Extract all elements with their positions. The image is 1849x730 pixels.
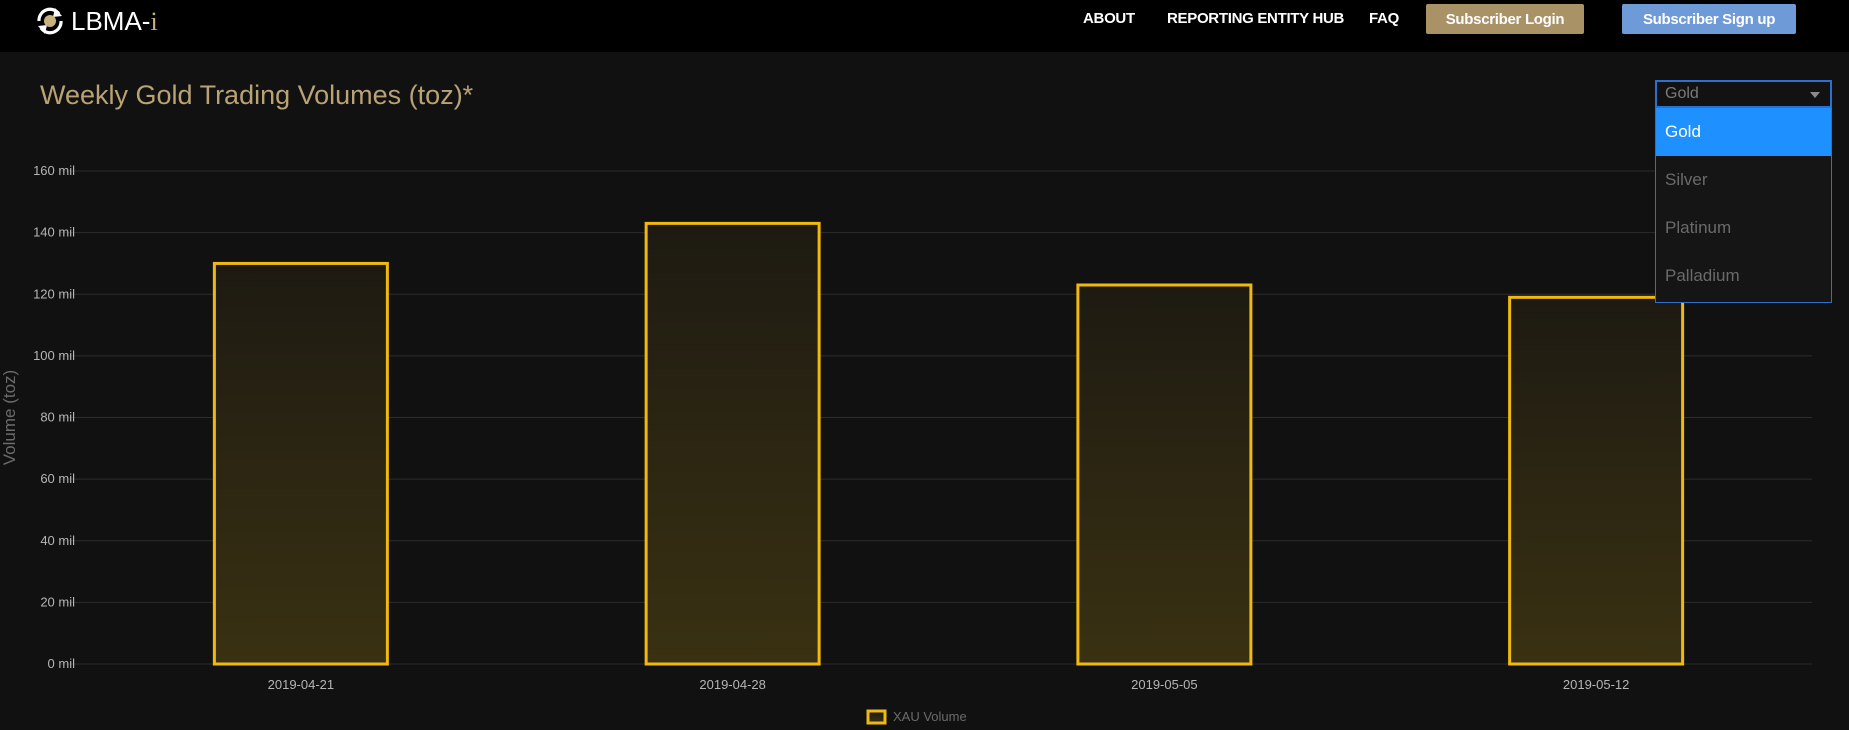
y-tick-label: 80 mil [40, 410, 75, 425]
bar [212, 261, 389, 666]
metal-option-silver[interactable]: Silver [1656, 156, 1831, 204]
metal-option-gold[interactable]: Gold [1656, 108, 1831, 156]
metal-option-palladium[interactable]: Palladium [1656, 252, 1831, 300]
y-tick-label: 40 mil [40, 533, 75, 548]
x-tick-label: 2019-04-21 [268, 677, 335, 692]
volume-bar-chart: 0 mil 20 mil 40 mil 60 mil 80 mil 100 mil 120 … [0, 163, 1812, 725]
bar [1076, 283, 1253, 666]
y-tick-label: 160 mil [33, 163, 75, 178]
x-tick-label: 2019-05-05 [1131, 677, 1198, 692]
metal-dropdown-list: Gold Silver Platinum Palladium [1655, 108, 1832, 303]
metal-select-value: Gold [1665, 85, 1699, 102]
metal-select[interactable]: Gold [1655, 80, 1832, 108]
y-axis-label: Volume (toz) [0, 370, 19, 465]
y-tick-label: 100 mil [33, 348, 75, 363]
y-tick-label: 0 mil [48, 656, 76, 671]
y-tick-label: 20 mil [40, 594, 75, 609]
y-tick-label: 120 mil [33, 286, 75, 301]
y-tick-label: 140 mil [33, 225, 75, 240]
bar [1508, 295, 1685, 666]
chevron-down-icon [1810, 92, 1820, 98]
x-tick-label: 2019-04-28 [699, 677, 766, 692]
y-tick-label: 60 mil [40, 471, 75, 486]
legend-swatch [866, 709, 887, 725]
x-tick-label: 2019-05-12 [1563, 677, 1630, 692]
legend-label: XAU Volume [893, 709, 967, 724]
bar [644, 221, 821, 666]
metal-option-platinum[interactable]: Platinum [1656, 204, 1831, 252]
